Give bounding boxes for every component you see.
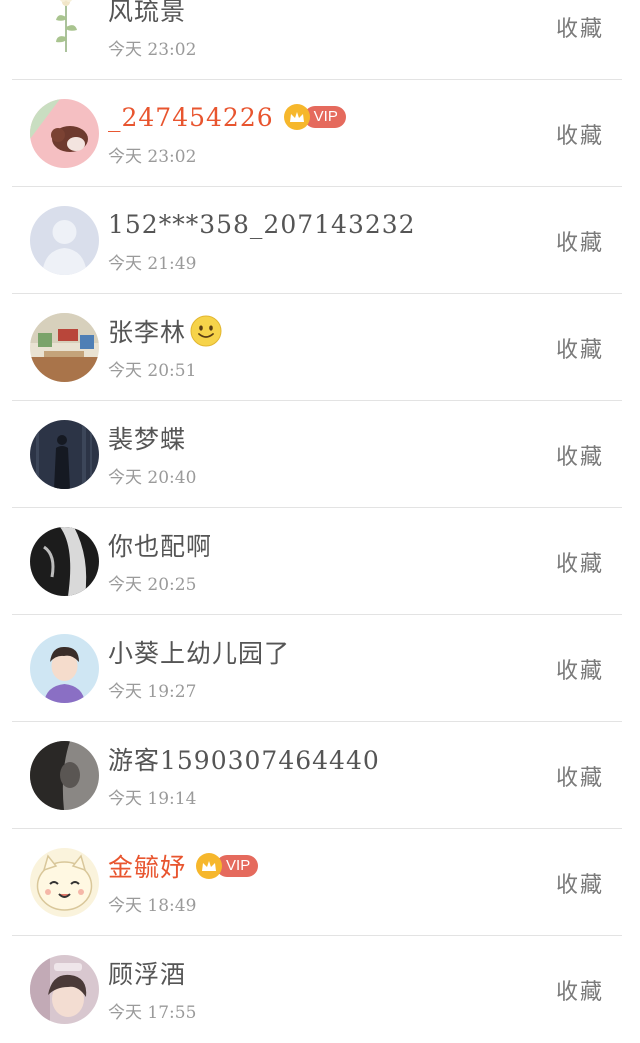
user-name[interactable]: 小葵上幼儿园了 — [108, 634, 290, 670]
pink-girl-icon — [30, 99, 99, 168]
name-line: 风琉景 — [108, 0, 186, 27]
user-name[interactable]: 游客1590307464440 — [108, 741, 380, 777]
smile-emoji-icon — [190, 315, 222, 347]
timestamp: 今天 19:27 — [108, 682, 197, 702]
user-name[interactable]: 金毓妤 — [108, 848, 186, 884]
vip-label: VIP — [216, 855, 259, 877]
list-item[interactable]: 风琉景 今天 23:02 收藏 — [0, 0, 640, 80]
dark-forest-icon — [30, 420, 99, 489]
classroom-icon — [30, 313, 99, 382]
name-line: 152***358_207143232 — [108, 207, 416, 241]
silhouette-icon — [30, 741, 99, 810]
favorite-button[interactable]: 收藏 — [556, 118, 604, 150]
vip-badge: VIP — [196, 853, 259, 879]
user-name[interactable]: 你也配啊 — [108, 527, 212, 563]
favorite-button[interactable]: 收藏 — [556, 867, 604, 899]
list-item[interactable]: 裴梦蝶 今天 20:40 收藏 — [0, 401, 640, 508]
name-line: 你也配啊 — [108, 528, 212, 562]
timestamp: 今天 23:02 — [108, 147, 197, 167]
vip-badge: VIP — [283, 104, 346, 130]
favorite-button[interactable]: 收藏 — [556, 760, 604, 792]
follower-list: 风琉景 今天 23:02 收藏 _247454226 VIP 今天 23:02 … — [0, 0, 640, 1043]
vip-label: VIP — [303, 106, 346, 128]
list-item[interactable]: 游客1590307464440 今天 19:14 收藏 — [0, 722, 640, 829]
timestamp: 今天 20:40 — [108, 468, 197, 488]
name-line: 金毓妤 VIP — [108, 848, 259, 884]
dark-figure-icon — [30, 527, 99, 596]
favorite-button[interactable]: 收藏 — [556, 11, 604, 43]
timestamp: 今天 18:49 — [108, 896, 197, 916]
crown-icon — [196, 853, 223, 879]
avatar[interactable] — [30, 634, 99, 703]
favorite-button[interactable]: 收藏 — [556, 974, 604, 1006]
timestamp: 今天 20:25 — [108, 575, 197, 595]
avatar[interactable] — [30, 420, 99, 489]
name-line: 小葵上幼儿园了 — [108, 635, 290, 669]
timestamp: 今天 19:14 — [108, 789, 197, 809]
user-name[interactable]: 风琉景 — [108, 0, 186, 28]
avatar[interactable] — [30, 206, 99, 275]
favorite-button[interactable]: 收藏 — [556, 332, 604, 364]
default-person-icon — [30, 206, 99, 275]
name-line: 裴梦蝶 — [108, 421, 186, 455]
user-name[interactable]: 张李林 — [108, 313, 186, 349]
avatar[interactable] — [30, 848, 99, 917]
list-item[interactable]: 金毓妤 VIP 今天 18:49 收藏 — [0, 829, 640, 936]
user-name[interactable]: _247454226 — [108, 103, 274, 132]
flower-sketch-icon — [30, 0, 99, 61]
name-line: 顾浮酒 — [108, 956, 186, 990]
favorite-button[interactable]: 收藏 — [556, 439, 604, 471]
list-item[interactable]: _247454226 VIP 今天 23:02 收藏 — [0, 80, 640, 187]
boy-portrait-icon — [30, 634, 99, 703]
avatar[interactable] — [30, 955, 99, 1024]
crown-icon — [283, 104, 310, 130]
favorite-button[interactable]: 收藏 — [556, 546, 604, 578]
name-line: 游客1590307464440 — [108, 742, 380, 776]
name-line: 张李林 — [108, 314, 222, 348]
timestamp: 今天 17:55 — [108, 1003, 197, 1023]
user-name[interactable]: 152***358_207143232 — [108, 210, 416, 239]
name-line: _247454226 VIP — [108, 100, 346, 134]
list-item[interactable]: 小葵上幼儿园了 今天 19:27 收藏 — [0, 615, 640, 722]
list-item[interactable]: 152***358_207143232 今天 21:49 收藏 — [0, 187, 640, 294]
favorite-button[interactable]: 收藏 — [556, 225, 604, 257]
avatar[interactable] — [30, 99, 99, 168]
user-name[interactable]: 裴梦蝶 — [108, 420, 186, 456]
avatar[interactable] — [30, 313, 99, 382]
avatar[interactable] — [30, 0, 99, 61]
cartoon-cat-icon — [30, 848, 99, 917]
timestamp: 今天 23:02 — [108, 40, 197, 60]
timestamp: 今天 20:51 — [108, 361, 197, 381]
list-item[interactable]: 张李林 今天 20:51 收藏 — [0, 294, 640, 401]
timestamp: 今天 21:49 — [108, 254, 197, 274]
girl-photo-icon — [30, 955, 99, 1024]
list-item[interactable]: 你也配啊 今天 20:25 收藏 — [0, 508, 640, 615]
user-name[interactable]: 顾浮酒 — [108, 955, 186, 991]
list-item[interactable]: 顾浮酒 今天 17:55 收藏 — [0, 936, 640, 1043]
avatar[interactable] — [30, 741, 99, 810]
favorite-button[interactable]: 收藏 — [556, 653, 604, 685]
avatar[interactable] — [30, 527, 99, 596]
